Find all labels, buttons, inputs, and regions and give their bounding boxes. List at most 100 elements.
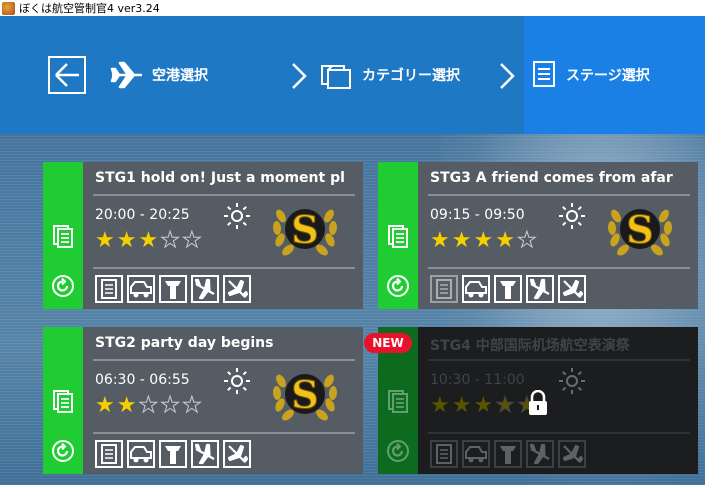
briefing-icon (95, 440, 123, 468)
control-tower-icon (159, 440, 187, 468)
stage-time-range: 20:00 - 20:25 (95, 207, 190, 223)
stage-card-stg1[interactable]: STG1 hold on! Just a moment pl 20:00 - 2… (43, 162, 363, 309)
sun-icon (559, 203, 585, 229)
star-rating: ★ ★ ★ ★ ★ (95, 228, 202, 253)
stage-card-body: STG2 party day begins 06:30 - 06:55 ★ ★ ★ ★… (83, 327, 363, 474)
stage-time-range: 09:15 - 09:50 (430, 207, 525, 223)
rank-letter: S (291, 207, 318, 252)
chevron-right-icon (292, 63, 307, 89)
replay-icon[interactable] (51, 274, 75, 298)
app-icon (2, 1, 15, 15)
nav-airport-label: 空港選択 (152, 68, 208, 84)
divider (428, 359, 690, 361)
document-icon[interactable] (387, 389, 409, 413)
star-rating: ★ ★ ★ ★ ★ (430, 393, 537, 418)
star-empty-icon: ★ (160, 228, 181, 253)
stage-time-range: 06:30 - 06:55 (95, 372, 190, 388)
stage-card-sidebar (378, 162, 418, 309)
stage-card-stg2[interactable]: STG2 party day begins 06:30 - 06:55 ★ ★ ★ ★… (43, 327, 363, 474)
rank-badge: S (272, 372, 338, 421)
star-filled-icon: ★ (116, 393, 137, 418)
stage-title: STG3 A friend comes from afar (430, 170, 673, 186)
takeoff-plane-icon (223, 275, 251, 303)
rank-badge: S (607, 207, 673, 256)
window-title: ぼくは航空管制官4 ver3.24 (19, 2, 160, 15)
document-icon[interactable] (387, 224, 409, 248)
briefing-icon (95, 275, 123, 303)
arrow-left-icon (55, 63, 79, 87)
star-filled-icon: ★ (138, 228, 159, 253)
divider (428, 432, 690, 434)
stage-title: STG1 hold on! Just a moment pl (95, 170, 345, 186)
nav-stage-label: ステージ選択 (566, 68, 650, 84)
landing-plane-icon (191, 275, 219, 303)
lock-icon (529, 390, 547, 415)
divider (428, 267, 690, 269)
ground-vehicle-icon (462, 440, 490, 468)
sun-icon (224, 203, 250, 229)
stage-card-sidebar (43, 327, 83, 474)
stage-title: STG4 中部国际机场航空表演祭 (430, 338, 630, 354)
takeoff-plane-icon (223, 440, 251, 468)
sun-icon (224, 368, 250, 394)
chevron-right-icon (500, 63, 515, 89)
takeoff-plane-icon (558, 275, 586, 303)
rank-letter: S (291, 372, 318, 417)
control-tower-icon (494, 440, 522, 468)
folders-icon (320, 60, 354, 90)
stage-feature-icons (95, 440, 251, 468)
stage-title: STG2 party day begins (95, 335, 274, 351)
stage-card-body: STG1 hold on! Just a moment pl 20:00 - 2… (83, 162, 363, 309)
star-filled-icon: ★ (116, 228, 137, 253)
new-badge: NEW (364, 333, 412, 353)
divider (93, 432, 355, 434)
star-empty-icon: ★ (181, 393, 202, 418)
window-titlebar: ぼくは航空管制官4 ver3.24 (0, 0, 705, 16)
replay-icon[interactable] (386, 439, 410, 463)
star-filled-icon: ★ (451, 393, 472, 418)
star-filled-icon: ★ (473, 393, 494, 418)
replay-icon[interactable] (386, 274, 410, 298)
control-tower-icon (494, 275, 522, 303)
landing-plane-icon (526, 440, 554, 468)
document-icon[interactable] (52, 389, 74, 413)
stage-card-sidebar (43, 162, 83, 309)
star-empty-icon: ★ (160, 393, 181, 418)
star-filled-icon: ★ (473, 228, 494, 253)
nav-airport-select[interactable]: 空港選択 (110, 56, 208, 94)
nav-category-select[interactable]: カテゴリー選択 (320, 56, 460, 94)
nav-stage-select[interactable]: ステージ選択 (532, 56, 650, 94)
star-rating: ★ ★ ★ ★ ★ (430, 228, 537, 253)
stage-card-body: STG3 A friend comes from afar 09:15 - 09… (418, 162, 698, 309)
back-button[interactable] (48, 56, 86, 94)
control-tower-icon (159, 275, 187, 303)
star-filled-icon: ★ (451, 228, 472, 253)
star-filled-icon: ★ (95, 228, 115, 253)
star-filled-icon: ★ (495, 228, 515, 253)
star-empty-icon: ★ (181, 228, 202, 253)
stage-feature-icons (95, 275, 251, 303)
stage-card-stg3[interactable]: STG3 A friend comes from afar 09:15 - 09… (378, 162, 698, 309)
star-empty-icon: ★ (495, 393, 516, 418)
divider (93, 267, 355, 269)
briefing-icon (430, 440, 458, 468)
star-filled-icon: ★ (430, 228, 450, 253)
ground-vehicle-icon (462, 275, 490, 303)
stage-card-body: STG4 中部国际机场航空表演祭 10:30 - 11:00 ★ ★ ★ ★ ★ (418, 327, 698, 474)
landing-plane-icon (191, 440, 219, 468)
document-icon (532, 60, 558, 90)
stage-feature-icons (430, 275, 586, 303)
stage-feature-icons (430, 440, 586, 468)
star-empty-icon: ★ (138, 393, 159, 418)
ground-vehicle-icon (127, 275, 155, 303)
rank-letter: S (626, 207, 653, 252)
document-icon[interactable] (52, 224, 74, 248)
nav-category-label: カテゴリー選択 (362, 68, 460, 84)
star-filled-icon: ★ (430, 393, 450, 418)
stage-time-range: 10:30 - 11:00 (430, 372, 525, 388)
replay-icon[interactable] (51, 439, 75, 463)
briefing-icon (430, 275, 458, 303)
airplane-icon (110, 60, 144, 90)
star-rating: ★ ★ ★ ★ ★ (95, 393, 202, 418)
rank-badge: S (272, 207, 338, 256)
